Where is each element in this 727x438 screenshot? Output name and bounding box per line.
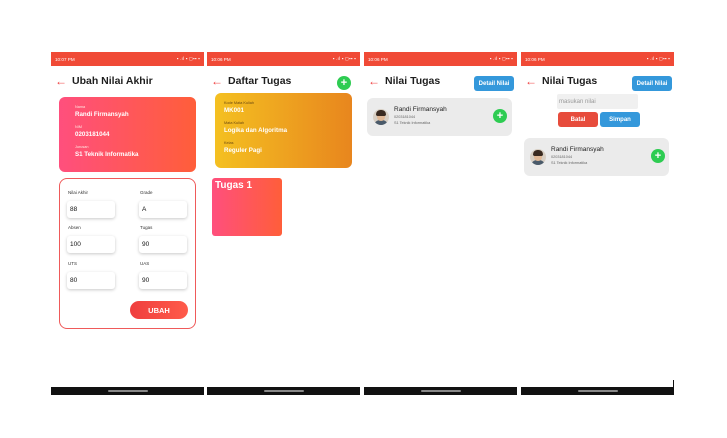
kelas-label: Kelas [224, 141, 234, 145]
nav-handle[interactable] [420, 390, 461, 392]
student-profile-card: Nama Randi Firmansyah NIM 0203181044 Jur… [59, 97, 196, 172]
nama-label: Nama [75, 105, 86, 109]
avatar [530, 149, 546, 165]
batal-button[interactable]: Batal [558, 112, 598, 127]
status-icons: ▪ .ıl ▪ ◻▪▪ ▪ [646, 56, 670, 61]
student-name: Randi Firmansyah [394, 106, 447, 113]
student-jurusan: S1 Teknik Informatika [394, 121, 431, 125]
page-title: Nilai Tugas [385, 75, 441, 87]
divider-mark [673, 380, 674, 387]
screen-nilai-tugas: 10:06 PM ▪ .ıl ▪ ◻▪▪ ▪ ← Nilai Tugas Det… [364, 52, 517, 395]
jurusan-value: S1 Teknik Informatika [75, 151, 139, 158]
matkul-label: Mata Kuliah [224, 121, 245, 125]
uas-input[interactable]: 90 [139, 272, 187, 289]
add-tugas-button[interactable]: + [337, 76, 351, 90]
nav-handle[interactable] [577, 390, 618, 392]
status-time: 10:06 PM [368, 56, 388, 62]
student-nim: 0203181044 [394, 115, 416, 119]
nilai-akhir-label: Nilai Akhir [68, 190, 89, 195]
page-title: Daftar Tugas [228, 75, 292, 87]
screen-daftar-tugas: 10:06 PM ▪ .ıl ▪ ◻▪▪ ▪ ← Daftar Tugas + … [207, 52, 360, 395]
page-title: Ubah Nilai Akhir [72, 75, 153, 87]
status-icons: ▪ .ıl ▪ ◻▪▪ ▪ [332, 56, 356, 61]
uts-input[interactable]: 80 [67, 272, 115, 289]
system-nav-bar [51, 387, 204, 395]
nim-label: NIM [75, 125, 82, 129]
system-nav-bar [521, 387, 674, 395]
nama-value: Randi Firmansyah [75, 111, 129, 118]
simpan-button[interactable]: Simpan [600, 112, 640, 127]
jurusan-label: Jurusan [75, 145, 89, 149]
kode-label: Kode Mata Kuliah [224, 101, 254, 105]
tugas-item-card[interactable]: Tugas 1 [212, 178, 282, 236]
nilai-input[interactable]: masukan nilai [557, 94, 638, 109]
grade-label: Grade [140, 190, 153, 195]
grade-input[interactable]: A [139, 201, 187, 218]
app-bar: ← Ubah Nilai Akhir [51, 70, 204, 92]
matkul-value: Logika dan Algoritma [224, 127, 288, 134]
uas-label: UAS [140, 261, 150, 266]
nav-handle[interactable] [263, 390, 304, 392]
absen-label: Absen [68, 225, 81, 230]
student-jurusan: S1 Teknik Informatika [551, 161, 588, 165]
status-icons: ▪ .ıl ▪ ◻▪▪ ▪ [489, 56, 513, 61]
kelas-value: Reguler Pagi [224, 147, 262, 154]
status-bar: 10:06 PM ▪ .ıl ▪ ◻▪▪ ▪ [521, 52, 674, 66]
detail-nilai-button[interactable]: Detail Nilai [632, 76, 672, 91]
absen-input[interactable]: 100 [67, 236, 115, 253]
nim-value: 0203181044 [75, 131, 110, 138]
status-time: 10:06 PM [525, 56, 545, 62]
detail-nilai-button[interactable]: Detail Nilai [474, 76, 514, 91]
add-nilai-button[interactable]: + [493, 109, 507, 123]
system-nav-bar [364, 387, 517, 395]
student-nim: 0203181044 [551, 155, 573, 159]
status-bar: 10:06 PM ▪ .ıl ▪ ◻▪▪ ▪ [364, 52, 517, 66]
status-bar: 10:07 PM ▪ .ıl ▪ ◻▪▪ ▪ [51, 52, 204, 66]
back-arrow-icon[interactable]: ← [55, 75, 69, 87]
tugas-input[interactable]: 90 [139, 236, 187, 253]
status-time: 10:07 PM [55, 56, 75, 62]
nav-handle[interactable] [107, 390, 148, 392]
status-time: 10:06 PM [211, 56, 231, 62]
back-arrow-icon[interactable]: ← [525, 75, 539, 87]
avatar [373, 109, 389, 125]
course-card: Kode Mata Kuliah MK001 Mata Kuliah Logik… [215, 93, 352, 168]
status-icons: ▪ .ıl ▪ ◻▪▪ ▪ [176, 56, 200, 61]
add-nilai-button[interactable]: + [651, 149, 665, 163]
system-nav-bar [207, 387, 360, 395]
back-arrow-icon[interactable]: ← [368, 75, 382, 87]
status-bar: 10:06 PM ▪ .ıl ▪ ◻▪▪ ▪ [207, 52, 360, 66]
nilai-akhir-input[interactable]: 88 [67, 201, 115, 218]
page-title: Nilai Tugas [542, 75, 598, 87]
uts-label: UTS [68, 261, 77, 266]
tugas-label: Tugas [140, 225, 153, 230]
student-card[interactable]: Randi Firmansyah 0203181044 S1 Teknik In… [524, 138, 669, 176]
student-name: Randi Firmansyah [551, 146, 604, 153]
tugas-item-label: Tugas 1 [215, 180, 253, 191]
screen-nilai-tugas-input: 10:06 PM ▪ .ıl ▪ ◻▪▪ ▪ ← Nilai Tugas Det… [521, 52, 674, 395]
screen-ubah-nilai-akhir: 10:07 PM ▪ .ıl ▪ ◻▪▪ ▪ ← Ubah Nilai Akhi… [51, 52, 204, 395]
back-arrow-icon[interactable]: ← [211, 75, 225, 87]
ubah-button[interactable]: UBAH [130, 301, 188, 319]
student-card[interactable]: Randi Firmansyah 0203181044 S1 Teknik In… [367, 98, 512, 136]
kode-value: MK001 [224, 107, 244, 114]
